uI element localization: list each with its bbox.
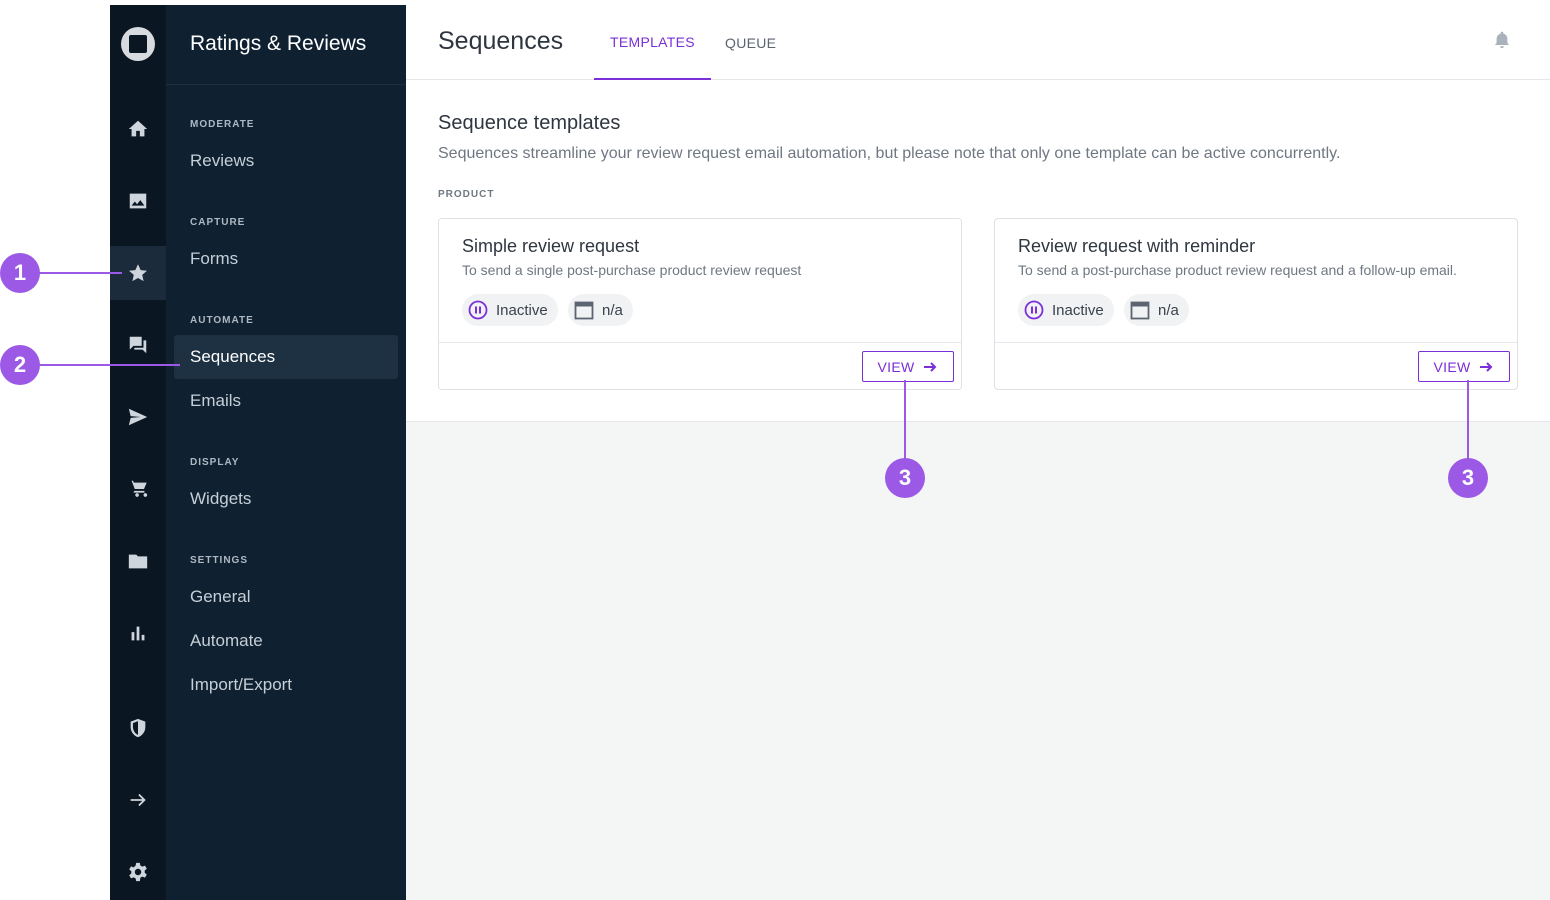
card-divider	[439, 342, 961, 343]
arrow-right-icon	[924, 361, 937, 372]
home-icon[interactable]	[110, 102, 166, 156]
card-divider	[995, 342, 1517, 343]
nav-section-settings: SETTINGS	[190, 555, 249, 566]
tab-queue[interactable]: QUEUE	[725, 5, 776, 80]
section-title: Sequence templates	[438, 112, 621, 134]
callout-line	[38, 364, 180, 366]
callout-badge: 2	[0, 345, 40, 385]
app-title: Ratings & Reviews	[166, 5, 406, 85]
status-label: Inactive	[496, 301, 548, 319]
view-button[interactable]: VIEW	[862, 351, 954, 382]
callout-line	[38, 272, 122, 274]
status-badge: Inactive	[1018, 294, 1114, 326]
card-title: Review request with reminder	[1018, 236, 1256, 256]
page-header: Sequences TEMPLATES QUEUE	[406, 5, 1550, 80]
pause-icon	[468, 300, 488, 320]
icon-rail	[110, 5, 166, 900]
tab-templates[interactable]: TEMPLATES	[594, 5, 711, 80]
nav-item-general[interactable]: General	[174, 575, 398, 619]
view-button-label: VIEW	[1433, 358, 1471, 375]
nav-item-forms[interactable]: Forms	[174, 237, 398, 281]
bar-chart-icon[interactable]	[110, 606, 166, 660]
calendar-icon	[1130, 300, 1150, 320]
card-title: Simple review request	[462, 236, 640, 256]
image-icon[interactable]	[110, 174, 166, 228]
nav-section-display: DISPLAY	[190, 457, 240, 468]
arrow-right-icon[interactable]	[110, 773, 166, 827]
nav-item-sequences[interactable]: Sequences	[174, 335, 398, 379]
template-card: Review request with reminder To send a p…	[994, 218, 1518, 390]
group-label: PRODUCT	[438, 189, 495, 200]
send-icon[interactable]	[110, 390, 166, 444]
date-label: n/a	[602, 301, 623, 319]
nav-section-moderate: MODERATE	[190, 119, 255, 130]
nav-section-automate: AUTOMATE	[190, 315, 254, 326]
callout-badge: 3	[1448, 458, 1488, 498]
calendar-icon	[574, 300, 594, 320]
section-description: Sequences streamline your review request…	[438, 145, 1341, 162]
logo-icon[interactable]	[121, 27, 155, 61]
callout-badge: 1	[0, 253, 40, 293]
template-card: Simple review request To send a single p…	[438, 218, 962, 390]
nav-item-widgets[interactable]: Widgets	[174, 477, 398, 521]
nav-item-import-export[interactable]: Import/Export	[174, 663, 398, 707]
pause-icon	[1024, 300, 1044, 320]
main-area: Sequences TEMPLATES QUEUE Sequence templ…	[406, 5, 1550, 900]
shield-icon[interactable]	[110, 701, 166, 755]
card-description: To send a post-purchase product review r…	[1018, 262, 1457, 278]
status-label: Inactive	[1052, 301, 1104, 319]
status-badge: Inactive	[462, 294, 558, 326]
cart-icon[interactable]	[110, 462, 166, 516]
page-title: Sequences	[438, 27, 564, 55]
date-label: n/a	[1158, 301, 1179, 319]
nav-item-emails[interactable]: Emails	[174, 379, 398, 423]
gear-icon[interactable]	[110, 845, 166, 899]
nav-item-reviews[interactable]: Reviews	[174, 139, 398, 183]
arrow-right-icon	[1480, 361, 1493, 372]
folder-icon[interactable]	[110, 534, 166, 588]
app-window: Ratings & Reviews MODERATE Reviews CAPTU…	[110, 5, 1550, 900]
card-description: To send a single post-purchase product r…	[462, 262, 802, 278]
nav-section-capture: CAPTURE	[190, 217, 246, 228]
date-badge: n/a	[568, 294, 633, 326]
callout-line	[904, 380, 906, 460]
view-button[interactable]: VIEW	[1418, 351, 1510, 382]
templates-panel: Sequence templates Sequences streamline …	[406, 80, 1550, 422]
callout-badge: 3	[885, 458, 925, 498]
date-badge: n/a	[1124, 294, 1189, 326]
view-button-label: VIEW	[877, 358, 915, 375]
nav-panel: Ratings & Reviews MODERATE Reviews CAPTU…	[166, 5, 406, 900]
bell-icon[interactable]	[1492, 29, 1512, 51]
callout-line	[1467, 380, 1469, 460]
nav-item-automate[interactable]: Automate	[174, 619, 398, 663]
